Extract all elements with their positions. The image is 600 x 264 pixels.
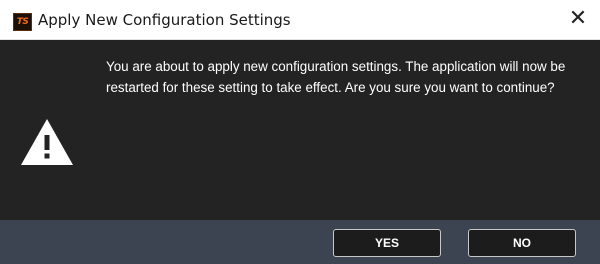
dialog-title: Apply New Configuration Settings	[38, 11, 291, 29]
app-logo-icon: TS	[13, 13, 32, 31]
dialog-body: You are about to apply new configuration…	[0, 40, 600, 220]
title-bar: TS Apply New Configuration Settings ✕	[0, 0, 600, 40]
confirm-dialog: TS Apply New Configuration Settings ✕ Yo…	[0, 0, 600, 264]
yes-button[interactable]: YES	[333, 229, 441, 257]
dialog-message: You are about to apply new configuration…	[106, 59, 566, 95]
button-bar: YES NO	[0, 220, 600, 264]
warning-icon	[21, 119, 73, 165]
close-button[interactable]: ✕	[556, 0, 600, 39]
no-button[interactable]: NO	[468, 229, 576, 257]
